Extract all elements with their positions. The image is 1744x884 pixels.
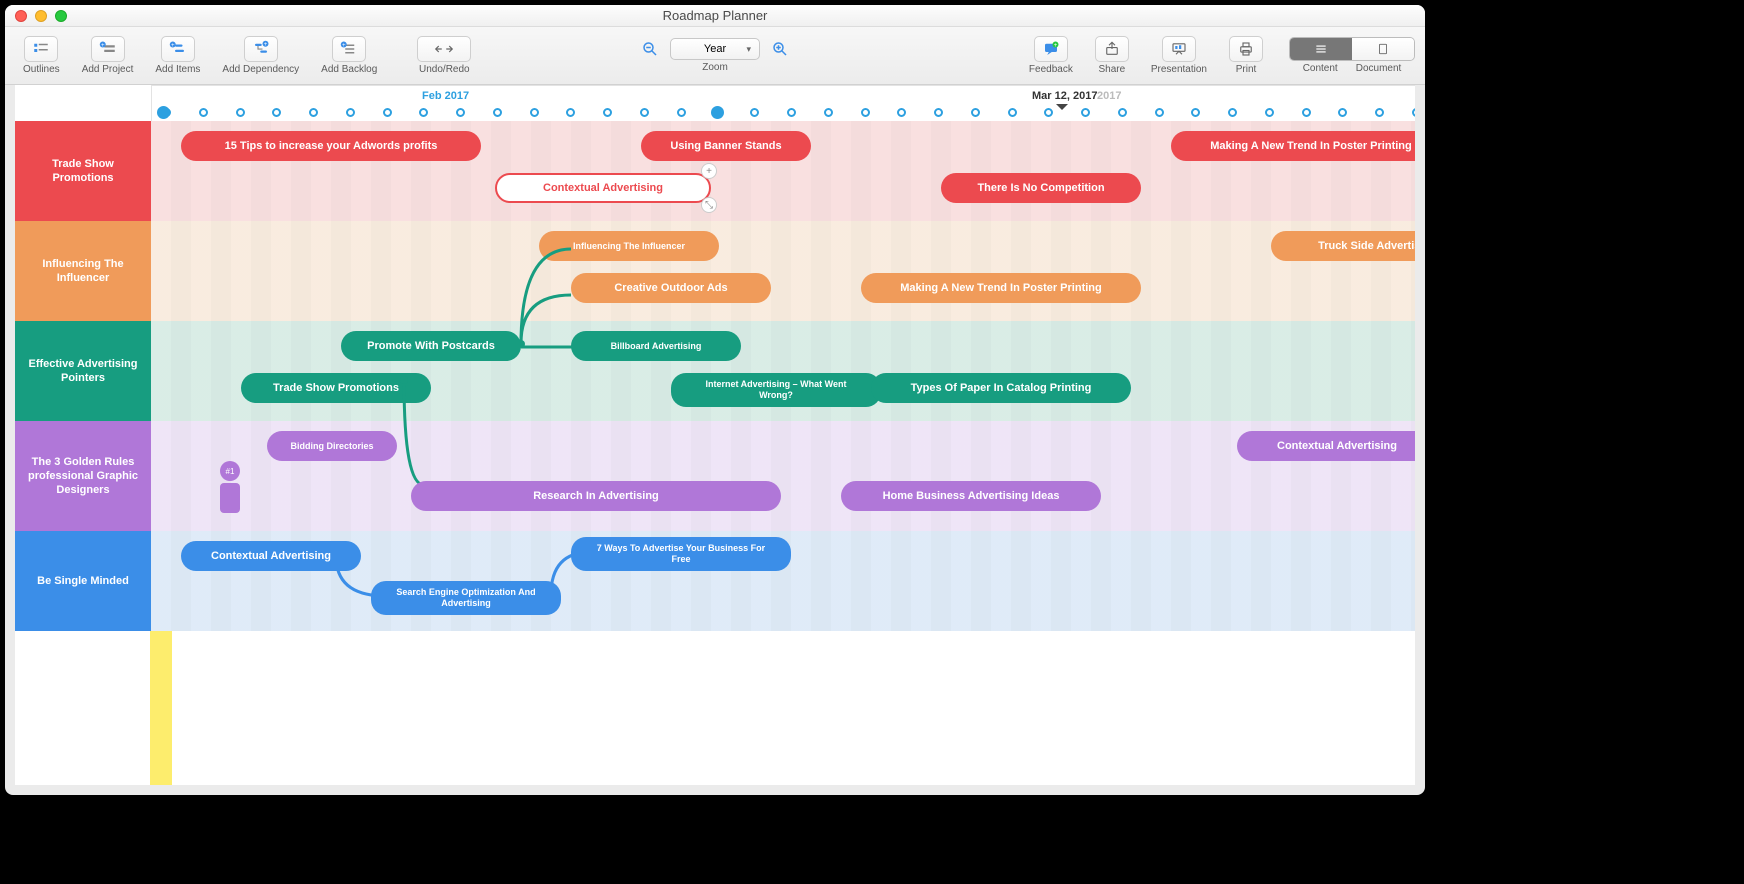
- add-dependency-button[interactable]: + Add Dependency: [214, 34, 307, 77]
- add-handle-icon[interactable]: +: [701, 163, 717, 179]
- task[interactable]: Trade Show Promotions: [241, 373, 431, 403]
- svg-text:+: +: [342, 43, 346, 49]
- add-dependency-icon: +: [244, 36, 278, 62]
- zoom-out-icon[interactable]: [640, 40, 660, 58]
- date-label-feb: Feb 2017: [422, 90, 469, 102]
- zoom-in-icon[interactable]: [770, 40, 790, 58]
- milestone[interactable]: [220, 483, 240, 513]
- task[interactable]: Search Engine Optimization And Advertisi…: [371, 581, 561, 615]
- task[interactable]: Research In Advertising: [411, 481, 781, 511]
- share-button[interactable]: Share: [1087, 34, 1137, 77]
- outlines-button[interactable]: Outlines: [15, 34, 68, 77]
- lane-trade-show: Trade Show Promotions 15 Tips to increas…: [15, 121, 1415, 221]
- svg-text:+: +: [264, 42, 268, 48]
- lane-content[interactable]: Promote With Postcards Billboard Adverti…: [151, 321, 1415, 421]
- zoom-group: Year Zoom: [640, 38, 790, 73]
- zoom-select[interactable]: Year: [670, 38, 760, 60]
- print-button[interactable]: Print: [1221, 34, 1271, 77]
- feedback-icon: +: [1034, 36, 1068, 62]
- lane-label[interactable]: The 3 Golden Rules professional Graphic …: [15, 421, 151, 531]
- date-label-ghost: 2017: [1097, 90, 1121, 102]
- task[interactable]: Making A New Trend In Poster Printing: [861, 273, 1141, 303]
- add-items-button[interactable]: + Add Items: [147, 34, 208, 77]
- titlebar: Roadmap Planner: [5, 5, 1425, 27]
- presentation-button[interactable]: Presentation: [1143, 34, 1215, 77]
- resize-handle-icon[interactable]: ⤡: [701, 197, 717, 213]
- milestone-badge[interactable]: #1: [220, 461, 240, 481]
- task[interactable]: Internet Advertising – What Went Wrong?: [671, 373, 881, 407]
- task-selected[interactable]: Contextual Advertising: [495, 173, 711, 203]
- lane-single-minded: Be Single Minded Contextual Advertising …: [15, 531, 1415, 631]
- add-project-icon: +: [91, 36, 125, 62]
- svg-text:+: +: [171, 43, 175, 49]
- timeline-dots: [162, 108, 1405, 118]
- task[interactable]: Truck Side Advertising Isn T It Time: [1271, 231, 1415, 261]
- timeline-ruler[interactable]: Feb 2017 Mar 12, 2017 2017: [151, 85, 1415, 121]
- lane-effective-advertising: Effective Advertising Pointers Promote W…: [15, 321, 1415, 421]
- date-label-mar: Mar 12, 2017: [1032, 90, 1097, 102]
- add-items-icon: +: [161, 36, 195, 62]
- outlines-icon: [24, 36, 58, 62]
- undo-redo-icon: [417, 36, 471, 62]
- print-icon: [1229, 36, 1263, 62]
- lane-label[interactable]: Trade Show Promotions: [15, 121, 151, 221]
- task[interactable]: Contextual Advertising: [1237, 431, 1415, 461]
- toolbar: Outlines + Add Project + Add Items + Add…: [5, 27, 1425, 85]
- task[interactable]: 7 Ways To Advertise Your Business For Fr…: [571, 537, 791, 571]
- task[interactable]: Home Business Advertising Ideas: [841, 481, 1101, 511]
- add-backlog-icon: +: [332, 36, 366, 62]
- lane-influencer: Influencing The Influencer Influencing T…: [15, 221, 1415, 321]
- lane-content[interactable]: Bidding Directories #1 Research In Adver…: [151, 421, 1415, 531]
- lane-golden-rules: The 3 Golden Rules professional Graphic …: [15, 421, 1415, 531]
- minimize-icon[interactable]: [35, 10, 47, 22]
- task[interactable]: Promote With Postcards: [341, 331, 521, 361]
- task[interactable]: Types Of Paper In Catalog Printing: [871, 373, 1131, 403]
- task[interactable]: Using Banner Stands: [641, 131, 811, 161]
- document-tab[interactable]: [1352, 38, 1414, 60]
- add-project-button[interactable]: + Add Project: [74, 34, 142, 77]
- feedback-button[interactable]: + Feedback: [1021, 34, 1081, 77]
- lane-label[interactable]: Effective Advertising Pointers: [15, 321, 151, 421]
- lane-label[interactable]: Influencing The Influencer: [15, 221, 151, 321]
- share-icon: [1095, 36, 1129, 62]
- task[interactable]: Contextual Advertising: [181, 541, 361, 571]
- task[interactable]: 15 Tips to increase your Adwords profits: [181, 131, 481, 161]
- task[interactable]: Bidding Directories: [267, 431, 397, 461]
- svg-text:+: +: [101, 43, 105, 49]
- window-title: Roadmap Planner: [663, 8, 768, 23]
- svg-text:+: +: [1054, 43, 1058, 49]
- lane-label[interactable]: Be Single Minded: [15, 531, 151, 631]
- task[interactable]: Creative Outdoor Ads: [571, 273, 771, 303]
- traffic-lights: [15, 10, 67, 22]
- roadmap-canvas[interactable]: Feb 2017 Mar 12, 2017 2017 Trade Show Pr…: [15, 85, 1415, 785]
- task[interactable]: Billboard Advertising: [571, 331, 741, 361]
- task[interactable]: Making A New Trend In Poster Printing: [1171, 131, 1415, 161]
- lane-content[interactable]: 15 Tips to increase your Adwords profits…: [151, 121, 1415, 221]
- zoom-window-icon[interactable]: [55, 10, 67, 22]
- presentation-icon: [1162, 36, 1196, 62]
- task[interactable]: Influencing The Influencer: [539, 231, 719, 261]
- content-tab[interactable]: [1290, 38, 1352, 60]
- lanes: Trade Show Promotions 15 Tips to increas…: [15, 121, 1415, 631]
- close-icon[interactable]: [15, 10, 27, 22]
- undo-redo-button[interactable]: Undo/Redo: [409, 34, 479, 77]
- lane-content[interactable]: Influencing The Influencer Creative Outd…: [151, 221, 1415, 321]
- app-window: Roadmap Planner Outlines + Add Project +…: [5, 5, 1425, 795]
- task[interactable]: There Is No Competition: [941, 173, 1141, 203]
- view-toggle: ContentDocument: [1289, 37, 1415, 74]
- add-backlog-button[interactable]: + Add Backlog: [313, 34, 385, 77]
- lane-content[interactable]: Contextual Advertising Search Engine Opt…: [151, 531, 1415, 631]
